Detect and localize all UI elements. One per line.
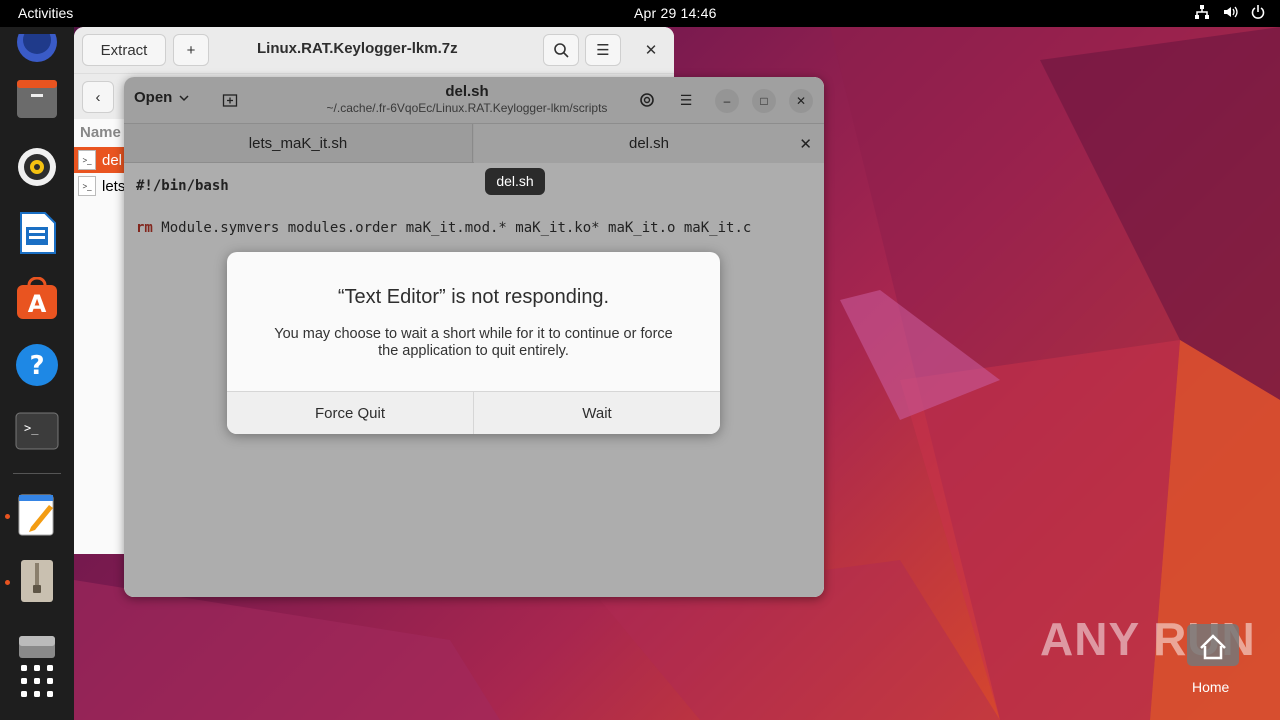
clock[interactable]: Apr 29 14:46 <box>634 5 717 21</box>
files-icon[interactable] <box>13 75 61 123</box>
terminal-icon[interactable]: >_ <box>13 407 61 455</box>
search-icon <box>554 43 569 58</box>
dialog-button-row: Force Quit Wait <box>227 391 720 434</box>
add-file-button[interactable]: + <box>173 34 209 66</box>
back-button[interactable]: ‹ <box>82 81 114 113</box>
plus-icon: + <box>186 41 196 59</box>
archive-title: Linux.RAT.Keylogger-lkm.7z <box>257 40 458 57</box>
show-apps-icon[interactable] <box>13 657 61 705</box>
running-indicator <box>5 514 10 519</box>
top-bar: Activities Apr 29 14:46 <box>0 0 1280 27</box>
list-item[interactable]: >_ del <box>74 147 124 173</box>
force-quit-button[interactable]: Force Quit <box>227 392 473 434</box>
home-folder-icon[interactable] <box>1185 620 1241 668</box>
svg-text:A: A <box>28 290 47 318</box>
dialog-message: You may choose to wait a short while for… <box>274 326 673 359</box>
system-tray[interactable] <box>1194 4 1266 20</box>
tab-tooltip: del.sh <box>485 168 545 195</box>
close-button[interactable]: ✕ <box>635 34 667 66</box>
power-icon[interactable] <box>1250 4 1266 20</box>
help-icon[interactable]: ? <box>13 341 61 389</box>
dialog-title: “Text Editor” is not responding. <box>337 286 610 308</box>
dock: A ? >_ <box>0 27 74 720</box>
script-file-icon: >_ <box>78 176 96 196</box>
svg-text:>_: >_ <box>24 421 39 435</box>
archive-headerbar: Extract + Linux.RAT.Keylogger-lkm.7z ☰ ✕ <box>74 27 674 73</box>
firefox-icon[interactable] <box>13 25 61 73</box>
volume-icon[interactable] <box>1222 4 1238 20</box>
file-name: lets <box>102 177 126 195</box>
archive-manager-icon[interactable] <box>13 557 61 605</box>
activities-button[interactable]: Activities <box>18 5 73 21</box>
not-responding-dialog: “Text Editor” is not responding. You may… <box>227 252 720 434</box>
svg-text:?: ? <box>29 351 44 381</box>
file-name: del <box>102 151 123 169</box>
close-icon: ✕ <box>644 42 658 59</box>
wait-button[interactable]: Wait <box>473 392 720 434</box>
rhythmbox-icon[interactable] <box>13 143 61 191</box>
chevron-left-icon: ‹ <box>95 88 101 106</box>
script-file-icon: >_ <box>78 150 96 170</box>
home-folder-label[interactable]: Home <box>1192 679 1229 695</box>
extract-button[interactable]: Extract <box>82 34 166 66</box>
app-center-icon[interactable]: A <box>13 275 61 323</box>
dock-separator <box>13 473 61 474</box>
hamburger-icon: ☰ <box>596 42 610 59</box>
network-icon[interactable] <box>1194 4 1210 20</box>
search-button[interactable] <box>543 34 579 66</box>
running-indicator <box>5 580 10 585</box>
text-editor-icon[interactable] <box>13 491 61 539</box>
menu-button[interactable]: ☰ <box>585 34 621 66</box>
libreoffice-writer-icon[interactable] <box>13 209 61 257</box>
